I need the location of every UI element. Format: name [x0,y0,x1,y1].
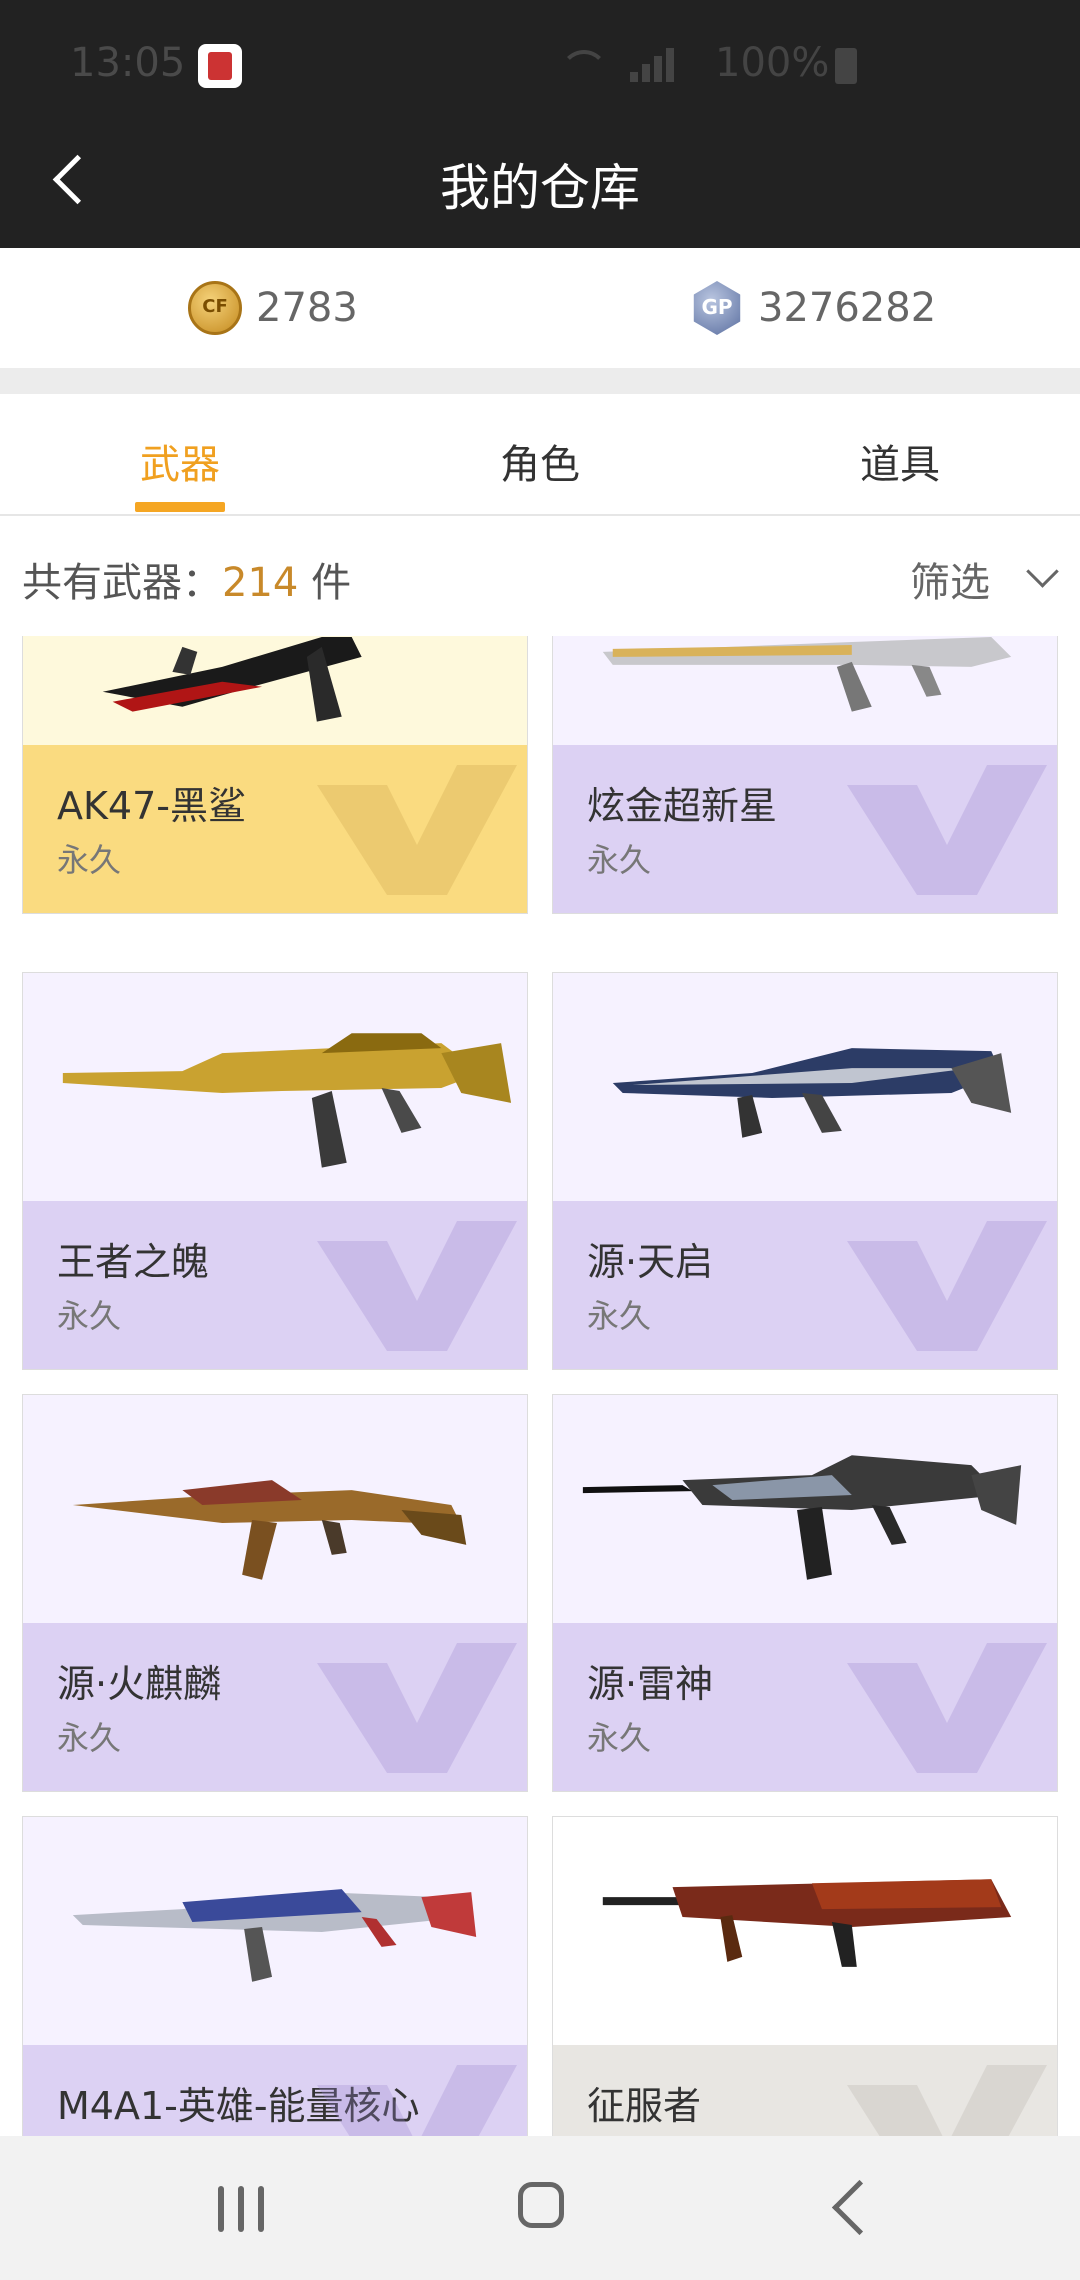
weapon-info: 炫金超新星 永久 [553,745,1057,913]
weapon-card[interactable]: 源·火麒麟 永久 [22,1394,528,1792]
weapon-image [102,636,362,722]
page-title: 我的仓库 [440,159,640,217]
weapon-count-label: 共有武器： [22,560,222,606]
weapon-duration: 永久 [587,841,652,879]
weapon-name: AK47-黑鲨 [57,784,246,828]
weapon-duration: 永久 [57,1297,122,1335]
weapon-name: 源·天启 [587,1240,714,1284]
weapon-duration: 永久 [587,1719,652,1757]
chevron-down-icon[interactable] [1026,555,1059,588]
weapon-card[interactable]: 源·天启 永久 [552,972,1058,1370]
home-icon[interactable] [518,2182,564,2228]
tab-weapons[interactable]: 武器 [140,432,220,490]
active-tab-indicator [135,502,225,512]
weapon-name: 炫金超新星 [587,784,778,828]
app-header: 我的仓库 [0,110,1080,248]
weapon-info: AK47-黑鲨 永久 [23,745,527,913]
weapon-image [602,636,1012,712]
wifi-icon [560,50,608,88]
cf-watermark-icon [847,1221,1047,1351]
weapon-info: 源·天启 永久 [553,1201,1057,1369]
gp-points: 3276282 [690,278,936,338]
filter-button[interactable]: 筛选 [910,550,990,608]
status-time: 13:05 [70,40,186,86]
weapon-duration: 永久 [57,1719,122,1757]
tab-items[interactable]: 道具 [860,432,940,490]
weapon-image [612,1048,1012,1138]
weapon-card[interactable]: 征服者 [552,1816,1058,2136]
weapon-grid: AK47-黑鲨 永久 炫金超新星 永久 王者之魄 永久 源·天启 永久 源·火麒… [0,636,1080,2136]
cf-watermark-icon [847,2065,1047,2136]
weapon-name: 源·火麒麟 [57,1662,222,1706]
cf-watermark-icon [317,2065,517,2136]
weapon-image [72,1480,467,1580]
battery-percent: 100% [715,40,830,86]
weapon-name: 源·雷神 [587,1662,714,1706]
weapon-info: M4A1-英雄-能量核心 [23,2045,527,2136]
weapon-card[interactable]: 王者之魄 永久 [22,972,528,1370]
recent-apps-icon[interactable] [218,2186,266,2232]
cell-signal-icon [630,48,720,82]
weapon-count-unit: 件 [311,560,352,606]
weapon-image [602,1879,1012,1967]
weapon-duration: 永久 [587,1297,652,1335]
section-divider [0,368,1080,394]
weapon-info: 源·雷神 永久 [553,1623,1057,1791]
currency-bar: 2783 3276282 [0,248,1080,368]
battery-icon [835,48,857,84]
cf-watermark-icon [317,1643,517,1773]
tab-characters[interactable]: 角色 [500,432,580,490]
weapon-count-value: 214 [222,560,299,606]
summary-bar: 共有武器：214 件 筛选 [0,516,1080,636]
weapon-info: 王者之魄 永久 [23,1201,527,1369]
weapon-image [582,1455,1022,1580]
weapon-card[interactable]: 源·雷神 永久 [552,1394,1058,1792]
gp-points-value: 3276282 [758,285,937,331]
weapon-card[interactable]: 炫金超新星 永久 [552,636,1058,914]
weapon-duration: 永久 [57,841,122,879]
cf-points: 2783 [188,278,358,338]
status-bar: 13:05 100% [0,0,1080,110]
system-navigation-bar [0,2136,1080,2280]
cf-coin-icon [188,281,242,335]
weapon-info: 源·火麒麟 永久 [23,1623,527,1791]
weapon-count: 共有武器：214 件 [22,550,351,608]
gp-coin-icon [693,281,741,335]
app-notification-icon [198,44,242,88]
cf-watermark-icon [317,765,517,895]
weapon-card[interactable]: M4A1-英雄-能量核心 [22,1816,528,2136]
cf-watermark-icon [317,1221,517,1351]
weapon-image [72,1889,477,1982]
weapon-name: 征服者 [587,2084,702,2128]
category-tabs: 武器 角色 道具 [0,394,1080,516]
cf-watermark-icon [847,765,1047,895]
cf-watermark-icon [847,1643,1047,1773]
weapon-info: 征服者 [553,2045,1057,2136]
weapon-name: 王者之魄 [57,1240,210,1284]
weapon-card[interactable]: AK47-黑鲨 永久 [22,636,528,914]
weapon-image [62,1033,512,1168]
cf-points-value: 2783 [256,285,358,331]
system-back-icon[interactable] [831,2179,888,2236]
